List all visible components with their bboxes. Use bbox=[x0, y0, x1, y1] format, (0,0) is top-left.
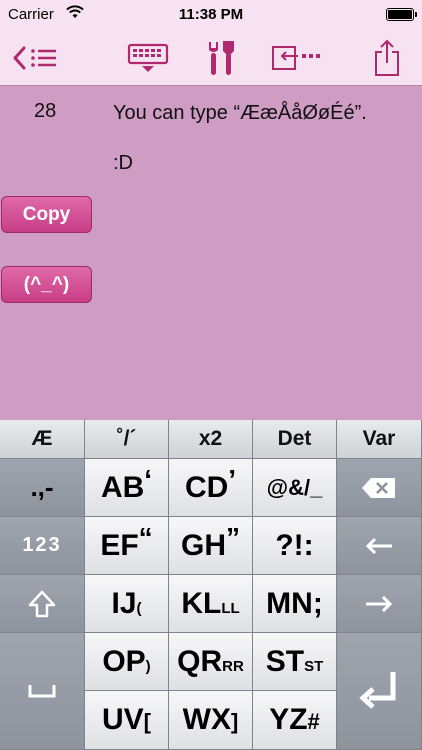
line-number: 28 bbox=[34, 100, 57, 122]
text-area[interactable]: 28 You can type “ÆæÅåØøÉé”. :D Copy (^_^… bbox=[0, 86, 422, 420]
keyboard-hide-icon bbox=[127, 43, 169, 72]
key-punctuation-label: .,- bbox=[30, 472, 54, 502]
tools-button[interactable] bbox=[196, 30, 246, 86]
key-punct2-label: ?!: bbox=[275, 528, 314, 562]
insert-icon bbox=[272, 46, 320, 70]
shift-key[interactable] bbox=[0, 575, 85, 633]
tools-icon bbox=[209, 41, 234, 75]
key-uv[interactable]: UV[ bbox=[85, 691, 169, 750]
key-mn[interactable]: MN; bbox=[253, 575, 337, 633]
left-arrow-icon bbox=[365, 537, 392, 554]
key-numbers[interactable]: 123 bbox=[0, 517, 85, 575]
key-ij[interactable]: IJ( bbox=[85, 575, 169, 633]
backspace-icon bbox=[362, 477, 395, 498]
key-ab-label: AB‘ bbox=[100, 463, 153, 504]
share-button[interactable] bbox=[362, 30, 412, 86]
left-arrow-key[interactable] bbox=[337, 517, 422, 575]
insert-button[interactable] bbox=[262, 30, 334, 86]
key-ef-label: EF“ bbox=[100, 521, 153, 562]
key-op-label: OP) bbox=[102, 644, 151, 678]
key-accents[interactable]: ˚/´ bbox=[85, 420, 169, 459]
key-ae[interactable]: Æ bbox=[0, 420, 85, 459]
back-list-button[interactable] bbox=[6, 30, 72, 86]
key-ij-label: IJ( bbox=[111, 586, 142, 620]
key-op[interactable]: OP) bbox=[85, 633, 169, 691]
key-var[interactable]: Var bbox=[337, 420, 422, 459]
share-icon bbox=[375, 39, 399, 76]
key-qr-label: QRRR bbox=[177, 644, 244, 678]
space-icon bbox=[28, 685, 56, 698]
key-wx[interactable]: WX] bbox=[169, 691, 253, 750]
back-list-icon bbox=[13, 46, 56, 70]
keyboard: Æ ˚/´ x2 Det Var .,- AB‘ CD’ @&/_ 123 EF… bbox=[0, 420, 422, 750]
key-yz[interactable]: YZ# bbox=[253, 691, 337, 750]
copy-button[interactable]: Copy bbox=[1, 196, 92, 233]
emote-text[interactable]: :D bbox=[113, 152, 133, 175]
key-ef[interactable]: EF“ bbox=[85, 517, 169, 575]
key-gh[interactable]: GH” bbox=[169, 517, 253, 575]
key-qr[interactable]: QRRR bbox=[169, 633, 253, 691]
key-x2[interactable]: x2 bbox=[169, 420, 253, 459]
key-kl-label: KLLL bbox=[181, 586, 240, 620]
key-ab[interactable]: AB‘ bbox=[85, 459, 169, 517]
battery-icon bbox=[386, 8, 417, 21]
key-punct2[interactable]: ?!: bbox=[253, 517, 337, 575]
key-symbols-label: @&/_ bbox=[266, 474, 323, 500]
key-yz-label: YZ# bbox=[269, 703, 320, 736]
return-key[interactable] bbox=[337, 633, 422, 750]
key-st[interactable]: STST bbox=[253, 633, 337, 691]
return-icon bbox=[359, 672, 396, 709]
key-mn-label: MN; bbox=[266, 586, 323, 620]
hide-keyboard-button[interactable] bbox=[118, 30, 178, 86]
key-st-label: STST bbox=[265, 644, 324, 678]
key-kl[interactable]: KLLL bbox=[169, 575, 253, 633]
key-cd-label: CD’ bbox=[184, 463, 237, 504]
status-bar: Carrier 11:38 PM bbox=[0, 0, 422, 30]
key-symbols[interactable]: @&/_ bbox=[253, 459, 337, 517]
right-arrow-icon bbox=[366, 595, 393, 612]
key-numbers-label: 123 bbox=[22, 534, 62, 556]
shift-icon bbox=[28, 590, 56, 617]
kaomoji-button[interactable]: (^_^) bbox=[1, 266, 92, 303]
message-text[interactable]: You can type “ÆæÅåØøÉé”. bbox=[113, 100, 367, 127]
key-gh-label: GH” bbox=[181, 521, 240, 562]
right-arrow-key[interactable] bbox=[337, 575, 422, 633]
key-cd[interactable]: CD’ bbox=[169, 459, 253, 517]
backspace-key[interactable] bbox=[337, 459, 422, 517]
key-punctuation[interactable]: .,- bbox=[0, 459, 85, 517]
key-uv-label: UV[ bbox=[101, 703, 151, 736]
clock: 11:38 PM bbox=[178, 6, 244, 23]
key-det[interactable]: Det bbox=[253, 420, 337, 459]
key-wx-label: WX] bbox=[182, 703, 239, 736]
toolbar bbox=[0, 30, 422, 86]
space-key[interactable] bbox=[0, 633, 85, 750]
